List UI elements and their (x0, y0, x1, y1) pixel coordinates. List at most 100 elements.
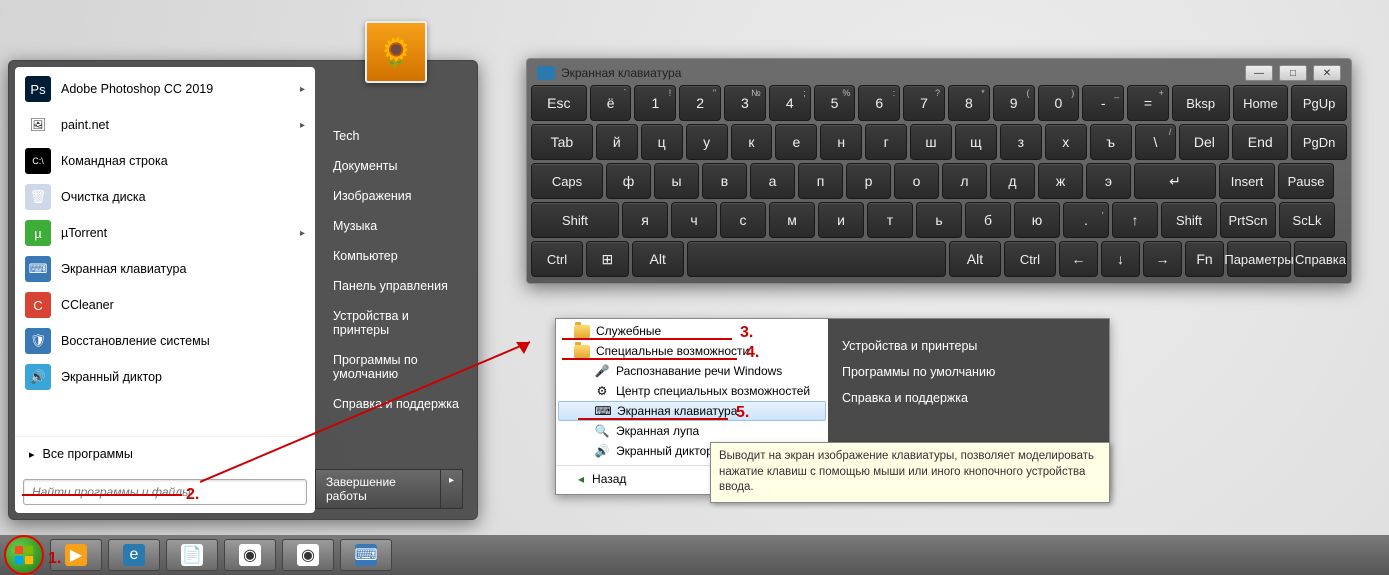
osk-key[interactable]: 9( (993, 85, 1035, 121)
osk-key[interactable]: ← (1059, 241, 1098, 277)
start-app-item[interactable]: 🛡Восстановление системы (15, 323, 315, 359)
osk-key[interactable]: 5% (814, 85, 856, 121)
osk-titlebar[interactable]: Экранная клавиатура — □ ✕ (531, 59, 1347, 85)
osk-key[interactable]: й (596, 124, 638, 160)
osk-key[interactable]: с (720, 202, 766, 238)
all-programs[interactable]: Все программы (15, 436, 315, 471)
osk-key[interactable]: н (820, 124, 862, 160)
osk-key[interactable]: е (775, 124, 817, 160)
osk-key[interactable]: з (1000, 124, 1042, 160)
osk-key[interactable]: 8* (948, 85, 990, 121)
osk-key[interactable]: и (818, 202, 864, 238)
taskbar-item-libreoffice[interactable]: 📄 (166, 539, 218, 571)
taskbar-item-chrome[interactable]: ◉ (224, 539, 276, 571)
osk-key[interactable]: ц (641, 124, 683, 160)
minimize-button[interactable]: — (1245, 65, 1273, 81)
osk-key[interactable]: б (965, 202, 1011, 238)
osk-key[interactable]: л (942, 163, 987, 199)
shutdown-options-arrow[interactable]: ▸ (441, 469, 463, 509)
osk-key[interactable]: ь (916, 202, 962, 238)
start-button[interactable] (4, 535, 44, 575)
osk-key[interactable]: Esc (531, 85, 587, 121)
osk-key[interactable]: ы (654, 163, 699, 199)
osk-key[interactable]: т (867, 202, 913, 238)
submenu-item[interactable]: ⚙Центр специальных возможностей (556, 381, 828, 401)
osk-key[interactable]: ш (910, 124, 952, 160)
start-right-link[interactable]: Tech (329, 121, 463, 151)
osk-key[interactable]: 0) (1038, 85, 1080, 121)
osk-key[interactable]: р (846, 163, 891, 199)
start-search-input[interactable] (23, 479, 307, 505)
osk-key[interactable]: м (769, 202, 815, 238)
osk-key[interactable]: о (894, 163, 939, 199)
osk-key[interactable]: ScLk (1279, 202, 1335, 238)
osk-key[interactable]: я (622, 202, 668, 238)
osk-key[interactable]: Fn (1185, 241, 1224, 277)
osk-key[interactable]: Pause (1278, 163, 1334, 199)
osk-key[interactable]: г (865, 124, 907, 160)
osk-key[interactable]: -_ (1082, 85, 1124, 121)
start-app-item[interactable]: CCCleaner (15, 287, 315, 323)
start-app-item[interactable]: 🔊Экранный диктор (15, 359, 315, 395)
start-app-item[interactable]: 🗑Очистка диска (15, 179, 315, 215)
osk-key[interactable]: Ctrl (1004, 241, 1056, 277)
osk-key[interactable]: \/ (1135, 124, 1177, 160)
start-right-link[interactable]: Документы (329, 151, 463, 181)
osk-key[interactable]: д (990, 163, 1035, 199)
osk-key[interactable]: 3№ (724, 85, 766, 121)
osk-key[interactable]: ↓ (1101, 241, 1140, 277)
osk-key[interactable]: к (731, 124, 773, 160)
start-right-link[interactable]: Устройства и принтеры (329, 301, 463, 345)
osk-key[interactable]: п (798, 163, 843, 199)
osk-key[interactable]: Bksp (1172, 85, 1230, 121)
shutdown-button[interactable]: Завершение работы (315, 469, 441, 509)
osk-key[interactable]: Caps (531, 163, 603, 199)
osk-key[interactable]: PgDn (1291, 124, 1347, 160)
osk-key[interactable]: → (1143, 241, 1182, 277)
start-app-item[interactable]: 🖼paint.net▸ (15, 107, 315, 143)
osk-key[interactable]: Alt (632, 241, 684, 277)
osk-key[interactable]: ↑ (1112, 202, 1158, 238)
osk-key[interactable]: Shift (1161, 202, 1217, 238)
osk-key[interactable]: а (750, 163, 795, 199)
osk-key[interactable]: Shift (531, 202, 619, 238)
osk-key[interactable]: =+ (1127, 85, 1169, 121)
osk-key[interactable]: PrtScn (1220, 202, 1276, 238)
taskbar-item-ie[interactable]: e (108, 539, 160, 571)
osk-key[interactable]: ё` (590, 85, 632, 121)
start-app-item[interactable]: C:\Командная строка (15, 143, 315, 179)
osk-key[interactable]: э (1086, 163, 1131, 199)
osk-key[interactable]: ч (671, 202, 717, 238)
osk-key[interactable]: ф (606, 163, 651, 199)
osk-key[interactable] (687, 241, 946, 277)
osk-key[interactable]: Параметры (1227, 241, 1291, 277)
osk-key[interactable]: у (686, 124, 728, 160)
osk-key[interactable]: ., (1063, 202, 1109, 238)
osk-key[interactable]: щ (955, 124, 997, 160)
osk-key[interactable]: ↵ (1134, 163, 1216, 199)
osk-key[interactable]: Insert (1219, 163, 1275, 199)
taskbar-item-osk[interactable]: ⌨ (340, 539, 392, 571)
osk-key[interactable]: End (1232, 124, 1288, 160)
osk-key[interactable]: 1! (634, 85, 676, 121)
osk-key[interactable]: х (1045, 124, 1087, 160)
osk-key[interactable]: ⊞ (586, 241, 629, 277)
start-app-item[interactable]: PsAdobe Photoshop CC 2019▸ (15, 71, 315, 107)
start-right-link[interactable]: Музыка (329, 211, 463, 241)
osk-key[interactable]: 2" (679, 85, 721, 121)
start-right-link[interactable]: Панель управления (329, 271, 463, 301)
osk-key[interactable]: PgUp (1291, 85, 1347, 121)
submenu-right-link[interactable]: Устройства и принтеры (840, 333, 1097, 359)
start-right-link[interactable]: Компьютер (329, 241, 463, 271)
osk-key[interactable]: в (702, 163, 747, 199)
close-button[interactable]: ✕ (1313, 65, 1341, 81)
osk-key[interactable]: 7? (903, 85, 945, 121)
osk-key[interactable]: Ctrl (531, 241, 583, 277)
submenu-item[interactable]: 🎤Распознавание речи Windows (556, 361, 828, 381)
osk-key[interactable]: Del (1179, 124, 1229, 160)
start-right-link[interactable]: Изображения (329, 181, 463, 211)
osk-key[interactable]: Alt (949, 241, 1001, 277)
osk-key[interactable]: ж (1038, 163, 1083, 199)
taskbar-item-chrome2[interactable]: ◉ (282, 539, 334, 571)
user-picture[interactable]: 🌻 (365, 21, 427, 83)
